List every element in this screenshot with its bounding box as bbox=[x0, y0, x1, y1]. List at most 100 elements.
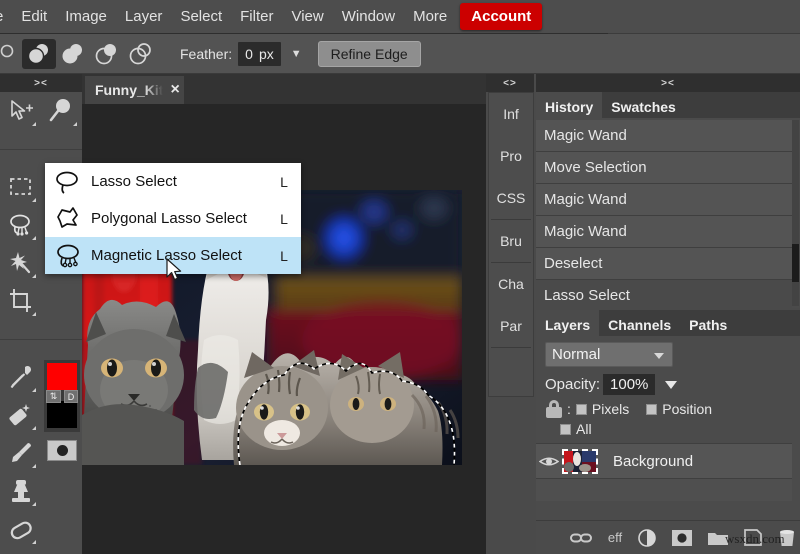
feather-unit: px bbox=[259, 46, 274, 62]
eraser-magic-tool[interactable] bbox=[0, 396, 41, 434]
toolbar-divider bbox=[0, 149, 82, 150]
lock-row: : Pixels Position bbox=[536, 400, 800, 418]
zoom-select-tool[interactable] bbox=[41, 92, 82, 130]
panel-rail: Inf Pro CSS Bru Cha Par bbox=[488, 92, 534, 397]
brush-tool[interactable] bbox=[0, 434, 41, 472]
tab-layers[interactable]: Layers bbox=[536, 310, 599, 336]
menu-item-shortcut: L bbox=[267, 211, 301, 227]
rail-collapse-handle[interactable]: <> bbox=[486, 74, 534, 92]
menu-item-file[interactable]: e bbox=[0, 5, 12, 28]
quick-mask-icon bbox=[57, 445, 68, 456]
adjustment-layer-icon[interactable] bbox=[638, 529, 656, 547]
foreground-color-swatch[interactable] bbox=[47, 363, 77, 390]
refine-edge-button[interactable]: Refine Edge bbox=[318, 41, 421, 67]
opacity-dropdown-icon[interactable] bbox=[665, 381, 677, 389]
history-item[interactable]: Magic Wand bbox=[536, 120, 792, 152]
gradient-tool[interactable] bbox=[0, 548, 41, 554]
layer-thumbnail[interactable] bbox=[562, 449, 598, 474]
menu-item-image[interactable]: Image bbox=[56, 5, 116, 28]
rail-button-properties[interactable]: Pro bbox=[489, 135, 533, 177]
menu-item-edit[interactable]: Edit bbox=[12, 5, 56, 28]
tab-channels[interactable]: Channels bbox=[599, 310, 680, 336]
opacity-row: Opacity: 100% bbox=[536, 374, 800, 395]
background-color-swatch[interactable] bbox=[47, 401, 77, 428]
lock-position-checkbox[interactable] bbox=[646, 404, 657, 415]
tool-corner-marker bbox=[73, 122, 77, 126]
history-item[interactable]: Magic Wand bbox=[536, 216, 792, 248]
clone-stamp-tool[interactable] bbox=[0, 472, 41, 510]
lasso-tool[interactable] bbox=[0, 206, 41, 244]
lock-position-label: Position bbox=[662, 401, 712, 417]
layer-effects-icon[interactable]: eff bbox=[608, 530, 622, 545]
menu-item-lasso-select[interactable]: Lasso Select L bbox=[45, 163, 301, 200]
menu-item-magnetic-lasso-select[interactable]: Magnetic Lasso Select L bbox=[45, 237, 301, 274]
dock-collapse-handle[interactable]: >< bbox=[536, 74, 800, 92]
menu-item-view[interactable]: View bbox=[282, 5, 332, 28]
chevron-down-icon bbox=[654, 353, 664, 359]
layer-mask-icon[interactable] bbox=[672, 530, 692, 546]
menu-item-window[interactable]: Window bbox=[333, 5, 404, 28]
opacity-value[interactable]: 100% bbox=[603, 374, 655, 395]
menu-item-layer[interactable]: Layer bbox=[116, 5, 172, 28]
rail-button-brushes[interactable]: Bru bbox=[489, 220, 533, 262]
hidden-tool-right-c[interactable] bbox=[41, 282, 82, 320]
subtract-from-selection-button[interactable] bbox=[56, 39, 90, 69]
lock-pixels-label: Pixels bbox=[592, 401, 629, 417]
lock-pixels-checkbox[interactable] bbox=[576, 404, 587, 415]
menu-item-shortcut: L bbox=[267, 248, 301, 264]
menu-item-label: Lasso Select bbox=[91, 173, 267, 190]
rail-button-css[interactable]: CSS bbox=[489, 177, 533, 219]
rail-button-paragraph[interactable]: Par bbox=[489, 305, 533, 347]
eraser-tool[interactable] bbox=[0, 510, 41, 548]
history-list: Magic Wand Move Selection Magic Wand Mag… bbox=[536, 120, 800, 312]
eye-icon[interactable] bbox=[536, 455, 562, 468]
intersect-selection-button[interactable] bbox=[90, 39, 124, 69]
history-item[interactable]: Move Selection bbox=[536, 152, 792, 184]
close-icon[interactable]: × bbox=[170, 81, 179, 99]
lock-all-checkbox[interactable] bbox=[560, 424, 571, 435]
menu-item-filter[interactable]: Filter bbox=[231, 5, 282, 28]
menu-item-polygonal-lasso-select[interactable]: Polygonal Lasso Select L bbox=[45, 200, 301, 237]
link-layers-icon[interactable] bbox=[570, 532, 592, 544]
layers-panel: Layers Channels Paths Normal Opacity: 10… bbox=[536, 310, 800, 554]
document-tab[interactable]: Funny_Kit × bbox=[85, 76, 184, 104]
rail-button-character[interactable]: Cha bbox=[489, 263, 533, 305]
tab-swatches[interactable]: Swatches bbox=[602, 92, 685, 118]
quick-mask-toggle[interactable] bbox=[47, 440, 77, 461]
default-colors-icon[interactable]: D bbox=[64, 390, 78, 403]
kitten-grey bbox=[82, 300, 186, 465]
add-to-selection-button[interactable] bbox=[22, 39, 56, 69]
toolbar-collapse-handle[interactable]: >< bbox=[0, 74, 82, 92]
lock-all-row: All bbox=[536, 421, 800, 437]
tab-history[interactable]: History bbox=[536, 92, 602, 118]
move-tool[interactable] bbox=[0, 92, 41, 130]
magic-wand-tool[interactable] bbox=[0, 244, 41, 282]
tool-corner-marker bbox=[32, 388, 36, 392]
history-item[interactable]: Deselect bbox=[536, 248, 792, 280]
menu-item-select[interactable]: Select bbox=[171, 5, 231, 28]
exclude-selection-button[interactable] bbox=[124, 39, 158, 69]
menu-item-more[interactable]: More bbox=[404, 5, 456, 28]
tab-paths[interactable]: Paths bbox=[680, 310, 736, 336]
swap-colors-icon[interactable]: ⇅ bbox=[46, 390, 61, 403]
feather-input[interactable]: 0 px bbox=[238, 42, 281, 66]
history-panel-tabs: History Swatches bbox=[536, 92, 800, 118]
tool-corner-marker bbox=[32, 502, 36, 506]
tool-options-bar: Feather: 0 px ▼ Refine Edge bbox=[0, 34, 800, 74]
history-item[interactable]: Magic Wand bbox=[536, 184, 792, 216]
lock-all-label: All bbox=[576, 421, 592, 437]
new-selection-button[interactable] bbox=[0, 39, 22, 69]
rectangular-marquee-tool[interactable] bbox=[0, 168, 41, 206]
blend-mode-select[interactable]: Normal bbox=[545, 342, 673, 367]
feather-dropdown-icon[interactable]: ▼ bbox=[291, 48, 302, 60]
tool-corner-marker bbox=[32, 122, 36, 126]
rail-button-info[interactable]: Inf bbox=[489, 93, 533, 135]
layer-row[interactable]: Background bbox=[536, 443, 792, 479]
history-item-current[interactable]: Lasso Select bbox=[536, 280, 792, 312]
tool-corner-marker bbox=[32, 312, 36, 316]
polygonal-lasso-icon bbox=[45, 207, 91, 231]
account-button[interactable]: Account bbox=[460, 3, 542, 30]
eyedropper-tool[interactable] bbox=[0, 358, 41, 396]
history-scrollbar-thumb[interactable] bbox=[792, 244, 799, 282]
crop-tool[interactable] bbox=[0, 282, 41, 320]
